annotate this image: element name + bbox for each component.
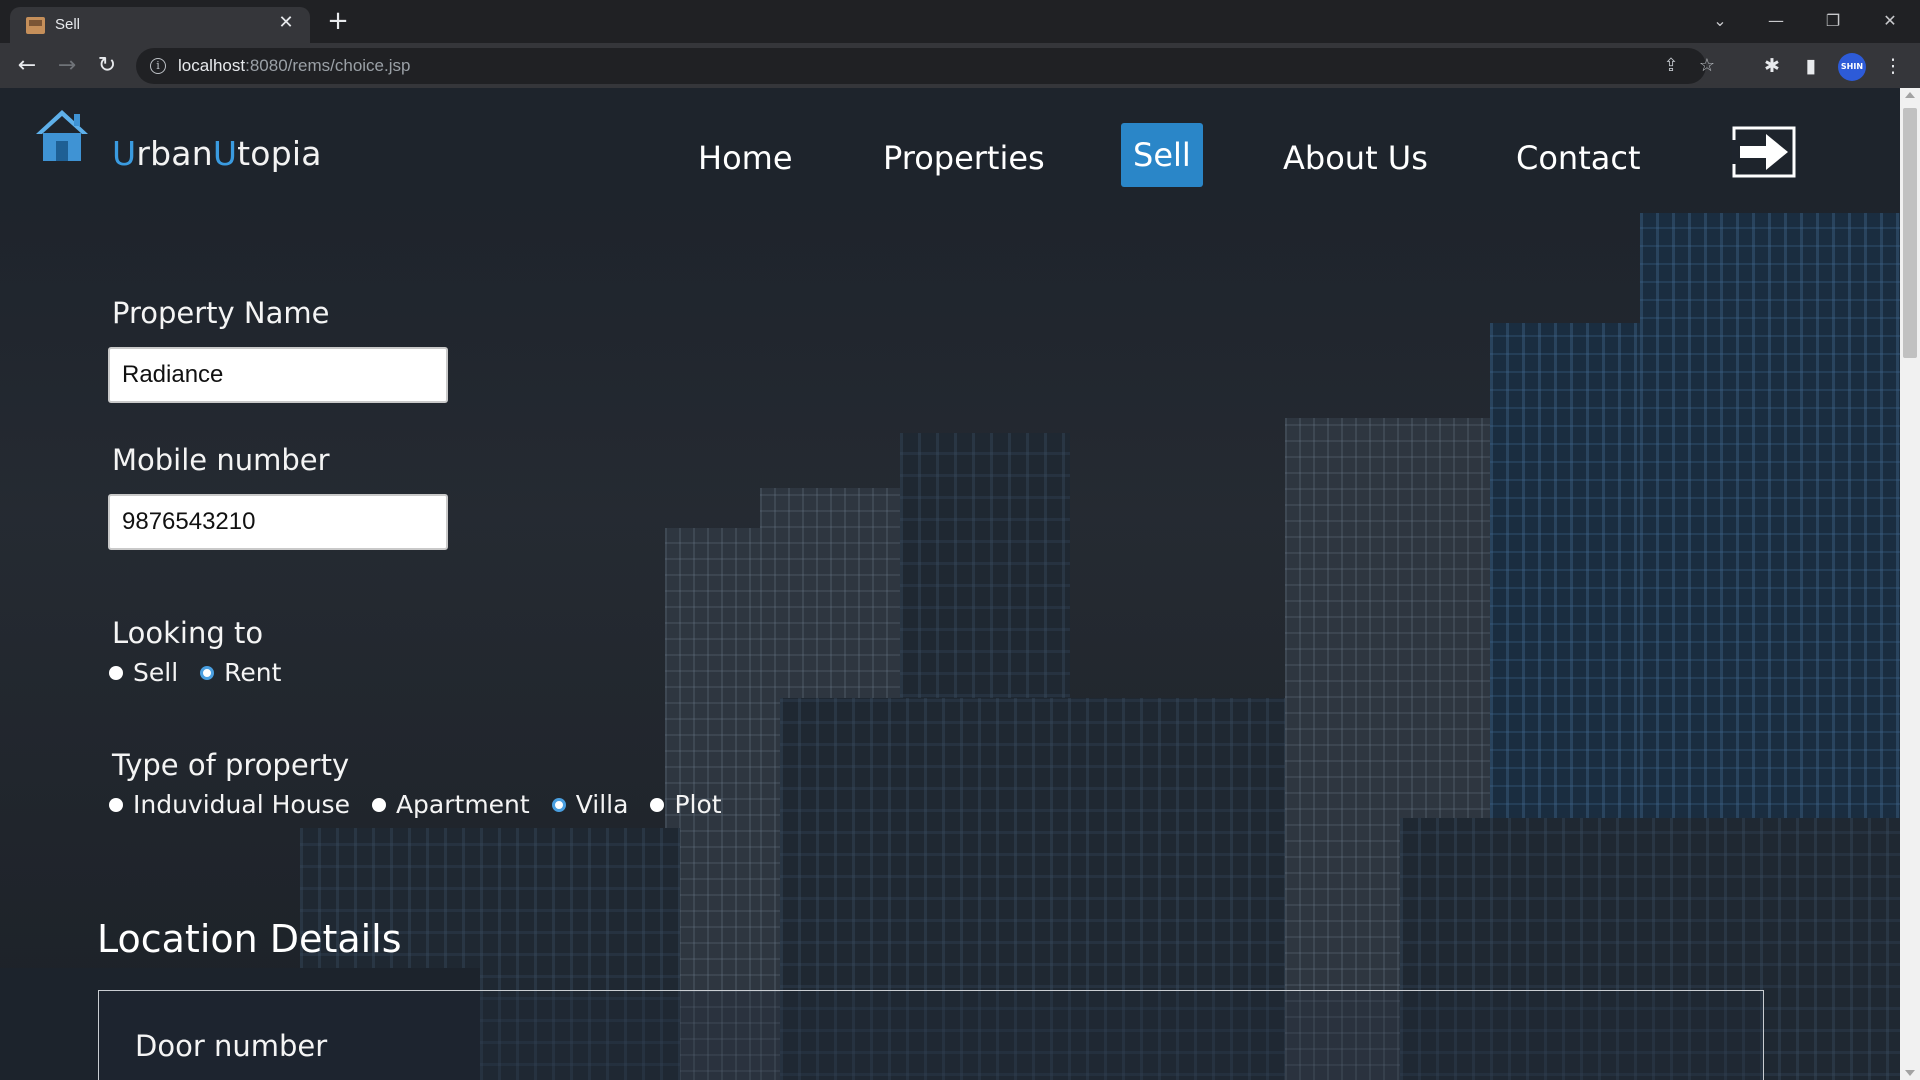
nav-about-us[interactable]: About Us [1271, 126, 1440, 190]
property-name-input[interactable] [108, 347, 448, 403]
brand-name[interactable]: UrbanUtopia [112, 134, 322, 173]
scroll-down-arrow-icon[interactable] [1905, 1070, 1915, 1076]
browser-tab-strip: Sell ✕ + ⌄ — ❐ ✕ [0, 0, 1920, 43]
type-individual-house-radio[interactable] [109, 797, 123, 812]
browser-menu-icon[interactable]: ⋮ [1880, 53, 1906, 79]
mobile-number-input[interactable] [108, 494, 448, 550]
home-logo-icon[interactable] [34, 108, 90, 162]
page-scrollbar[interactable] [1900, 88, 1920, 1080]
nav-home[interactable]: Home [686, 126, 805, 190]
extensions-puzzle-icon[interactable]: ✱ [1759, 53, 1785, 79]
profile-avatar[interactable]: SHIN [1838, 53, 1866, 81]
share-icon[interactable]: ⇪ [1660, 55, 1682, 77]
site-info-icon[interactable]: i [150, 58, 166, 74]
address-bar[interactable]: i localhost:8080/rems/choice.jsp ⇪ ☆ [136, 48, 1715, 84]
nav-sell[interactable]: Sell [1121, 123, 1203, 187]
brand-text: topia [237, 134, 322, 173]
nav-properties[interactable]: Properties [871, 126, 1057, 190]
looking-to-rent-radio[interactable] [200, 665, 215, 680]
looking-to-label: Looking to [112, 616, 264, 650]
browser-toolbar: ← → ↻ i localhost:8080/rems/choice.jsp ⇪… [0, 43, 1920, 88]
tab-close-icon[interactable]: ✕ [276, 13, 296, 33]
location-details-panel: Door number [98, 990, 1764, 1080]
minimize-icon[interactable]: — [1756, 6, 1796, 36]
radio-label: Plot [674, 790, 722, 819]
window-close-icon[interactable]: ✕ [1870, 6, 1910, 36]
brand-accent-letter: U [112, 134, 137, 173]
reload-icon[interactable]: ↻ [92, 51, 122, 81]
url-text[interactable]: localhost:8080/rems/choice.jsp [178, 56, 410, 76]
back-arrow-icon[interactable]: ← [12, 51, 42, 81]
forward-arrow-icon[interactable]: → [52, 51, 82, 81]
radio-label: Rent [224, 658, 282, 687]
looking-to-sell-radio[interactable] [109, 665, 123, 680]
mobile-number-label: Mobile number [112, 443, 330, 477]
restore-icon[interactable]: ❐ [1813, 6, 1853, 36]
url-path: :8080/rems/choice.jsp [245, 56, 411, 75]
property-name-label: Property Name [112, 296, 330, 330]
radio-label: Induvidual House [133, 790, 350, 819]
tab-title: Sell [55, 16, 81, 33]
looking-to-radio-group: Sell Rent [109, 658, 303, 687]
radio-label: Apartment [395, 790, 530, 819]
site-header: UrbanUtopia Home Properties Sell About U… [0, 88, 1900, 203]
property-type-label: Type of property [112, 748, 350, 782]
tab-search-chevron-icon[interactable]: ⌄ [1700, 6, 1740, 36]
nav-contact[interactable]: Contact [1504, 126, 1653, 190]
page-viewport: UrbanUtopia Home Properties Sell About U… [0, 88, 1900, 1080]
radio-label: Villa [575, 790, 629, 819]
type-plot-radio[interactable] [650, 797, 665, 812]
bookmark-star-icon[interactable]: ☆ [1696, 55, 1718, 77]
brand-text: rban [136, 134, 213, 173]
type-villa-radio[interactable] [551, 797, 566, 812]
brand-accent-letter: U [212, 134, 238, 173]
scrollbar-thumb[interactable] [1903, 108, 1917, 358]
new-tab-icon[interactable]: + [325, 8, 351, 34]
side-panel-icon[interactable]: ▮ [1798, 53, 1824, 79]
location-details-title: Location Details [97, 917, 402, 961]
scroll-up-arrow-icon[interactable] [1905, 92, 1915, 98]
radio-label: Sell [133, 658, 179, 687]
property-type-radio-group: Induvidual House Apartment Villa Plot [109, 790, 744, 819]
type-apartment-radio[interactable] [371, 797, 386, 812]
door-number-label: Door number [135, 1029, 328, 1063]
url-host: localhost [178, 56, 246, 75]
logout-icon[interactable] [1732, 126, 1796, 178]
site-favicon-icon [26, 17, 45, 34]
browser-tab[interactable]: Sell ✕ [10, 7, 310, 43]
